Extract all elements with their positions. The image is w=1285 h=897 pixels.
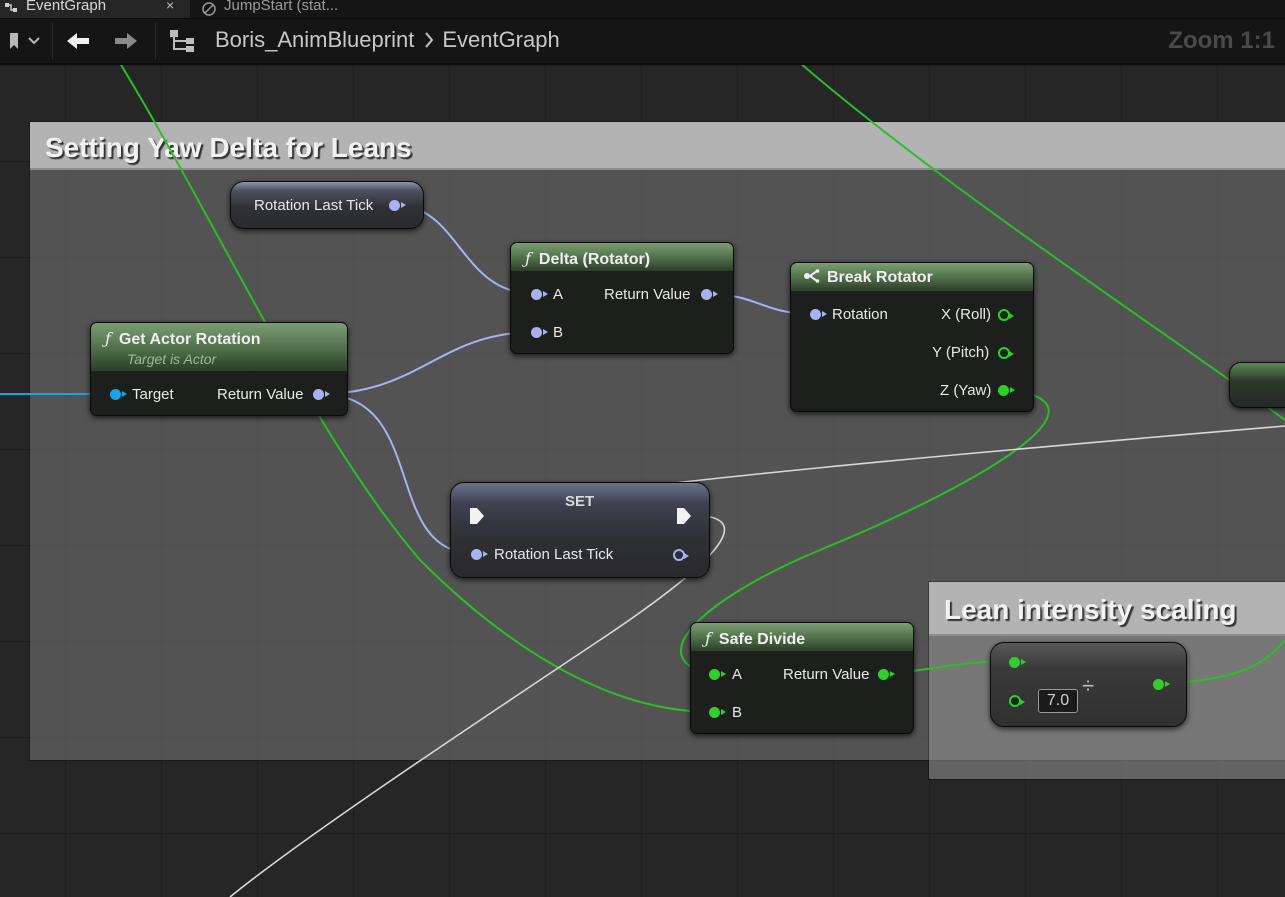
pin-label-target: Target (132, 386, 174, 403)
variable-label: Rotation Last Tick (254, 197, 374, 214)
input-pin-a[interactable] (709, 669, 726, 680)
pin-label-return-value: Return Value (604, 286, 691, 303)
tab-label: EventGraph (26, 0, 107, 14)
node-header: ƒ Safe Divide (691, 623, 913, 651)
return-value-pin[interactable] (313, 389, 330, 400)
breadcrumb-graph[interactable]: EventGraph (442, 27, 559, 53)
y-pitch-output-pin[interactable] (998, 347, 1014, 359)
tab-event-graph[interactable]: EventGraph × (0, 0, 190, 18)
function-icon: ƒ (705, 629, 711, 648)
input-pin-a[interactable] (531, 289, 548, 300)
rotation-last-tick-getter-node[interactable]: Rotation Last Tick (230, 181, 424, 229)
rotation-output-pin[interactable] (673, 549, 689, 561)
graph-hierarchy-button[interactable] (166, 25, 198, 57)
node-title: ƒ Delta (Rotator) (525, 249, 651, 268)
breadcrumb: Boris_AnimBlueprint EventGraph (215, 27, 560, 53)
rotation-input-pin[interactable] (471, 549, 488, 560)
node-title: Break Rotator (803, 269, 933, 287)
tab-label: JumpStart (stat... (224, 0, 339, 14)
input-pin-b[interactable] (1009, 695, 1025, 707)
close-tab-button[interactable]: × (166, 0, 174, 13)
arrow-left-icon (67, 33, 89, 49)
node-subtitle: Target is Actor (127, 351, 217, 367)
node-title: ƒ Safe Divide (705, 629, 806, 648)
input-pin-b[interactable] (531, 327, 548, 338)
bookmark-icon (10, 33, 18, 49)
tab-jumpstart[interactable]: JumpStart (stat... (198, 0, 418, 18)
input-pin-a[interactable] (1009, 657, 1026, 668)
graph-hierarchy-icon (170, 30, 194, 52)
safe-divide-node[interactable]: ƒ Safe Divide A B Return Value (690, 622, 914, 734)
chevron-right-icon (425, 32, 434, 48)
pin-label-z-yaw: Z (Yaw) (940, 382, 992, 399)
zoom-level: Zoom 1:1 (1168, 27, 1275, 54)
divisor-value-field[interactable]: 7.0 (1038, 689, 1078, 713)
set-rotation-last-tick-node[interactable]: SET Rotation Last Tick (450, 482, 710, 578)
rotator-output-pin[interactable] (389, 200, 406, 211)
pin-label-return-value: Return Value (217, 386, 304, 403)
return-value-pin[interactable] (701, 289, 718, 300)
animation-sequence-icon (202, 2, 216, 16)
tab-bar: EventGraph × JumpStart (stat... (0, 0, 1285, 19)
divide-symbol: ÷ (1082, 673, 1095, 698)
forward-button[interactable] (110, 25, 142, 57)
pin-label-rotation: Rotation (832, 306, 888, 323)
pin-label-a: A (553, 286, 564, 303)
toolbar-divider (155, 23, 156, 59)
exec-input-pin[interactable] (469, 507, 485, 525)
toolbar-divider (52, 23, 53, 59)
graph-toolbar: Boris_AnimBlueprint EventGraph Zoom 1:1 (0, 19, 1285, 65)
pin-label-b: B (732, 704, 743, 721)
arrow-right-icon (115, 33, 137, 49)
node-header: ƒ Delta (Rotator) (511, 243, 733, 271)
node-header: Break Rotator (791, 263, 1033, 291)
function-icon: ƒ (525, 249, 531, 268)
back-button[interactable] (62, 25, 94, 57)
bookmark-dropdown-button[interactable] (4, 25, 44, 57)
function-icon: ƒ (105, 329, 111, 348)
pin-label-rotation-last-tick: Rotation Last Tick (494, 546, 614, 563)
pin-label-return-value: Return Value (783, 666, 870, 683)
node-title: ƒ Get Actor Rotation (105, 329, 261, 348)
pin-label-a: A (732, 666, 743, 683)
input-pin-b[interactable] (709, 707, 726, 718)
breadcrumb-blueprint[interactable]: Boris_AnimBlueprint (215, 27, 414, 53)
pin-label-y-pitch: Y (Pitch) (932, 344, 990, 361)
chevron-down-icon (28, 37, 40, 45)
x-roll-output-pin[interactable] (998, 309, 1014, 321)
pin-label-b: B (553, 324, 564, 341)
break-rotator-node[interactable]: Break Rotator Rotation X (Roll) Y (Pitch… (790, 262, 1034, 412)
offscreen-node[interactable] (1229, 362, 1285, 408)
delta-rotator-node[interactable]: ƒ Delta (Rotator) A B Return Value (510, 242, 734, 354)
target-input-pin[interactable] (110, 389, 127, 400)
get-actor-rotation-node[interactable]: ƒ Get Actor Rotation Target is Actor Targ… (90, 322, 348, 416)
graph-icon (5, 3, 17, 12)
divide-node[interactable]: 7.0 ÷ (990, 642, 1187, 727)
rotation-input-pin[interactable] (810, 309, 827, 320)
node-header: ƒ Get Actor Rotation Target is Actor (91, 323, 347, 371)
exec-output-pin[interactable] (676, 507, 692, 525)
wires-layer (0, 0, 1285, 897)
wire-rotator (319, 331, 536, 395)
break-struct-icon (804, 269, 820, 283)
output-pin[interactable] (1153, 679, 1170, 690)
z-yaw-output-pin[interactable] (998, 385, 1015, 396)
return-value-pin[interactable] (878, 669, 895, 680)
node-title: SET (565, 493, 595, 510)
pin-label-x-roll: X (Roll) (941, 306, 992, 323)
